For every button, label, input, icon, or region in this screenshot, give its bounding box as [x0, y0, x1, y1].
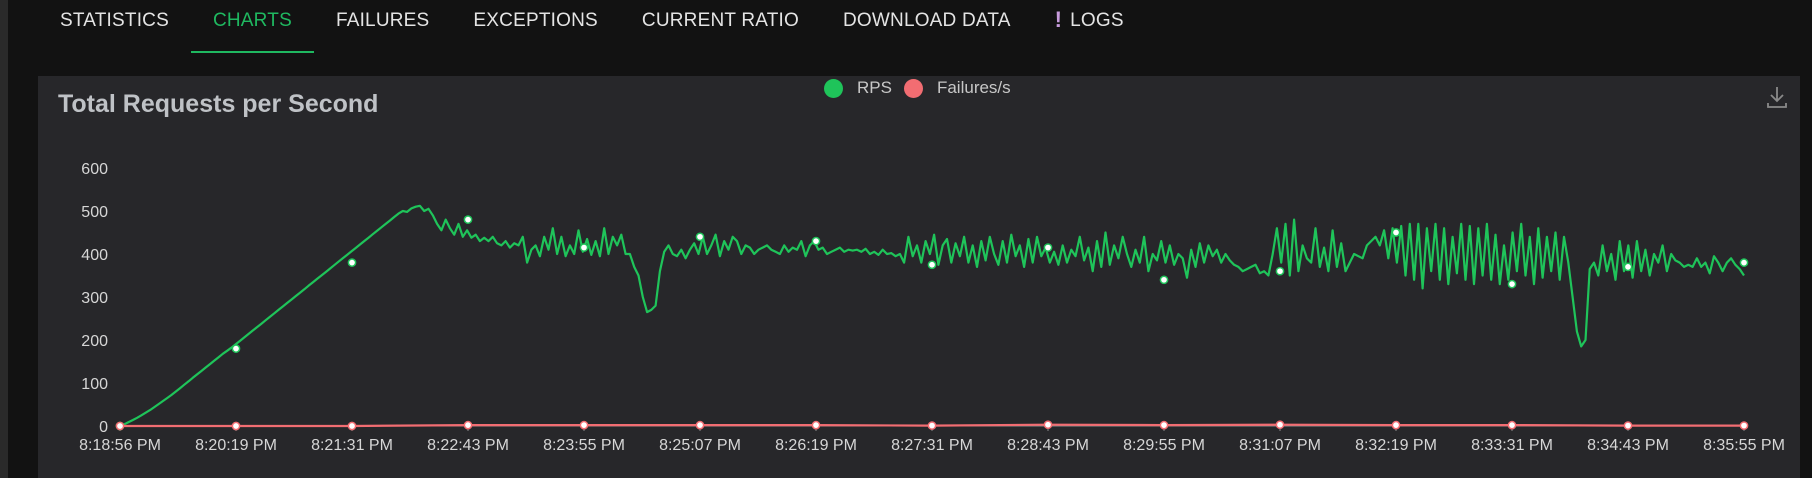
tab-logs[interactable]: ! LOGS	[1033, 0, 1146, 54]
x-tick-label: 8:35:55 PM	[1703, 437, 1785, 454]
rps-chart: 0 100 200 300 400 500 600 8:18:56 PM 8:20:19 PM 8…	[79, 161, 1785, 454]
failures-point	[1275, 420, 1285, 430]
chart-panel: Total Requests per Second RPS Failures/s…	[38, 76, 1800, 478]
failures-point	[115, 421, 125, 431]
tab-label: CHARTS	[212, 10, 292, 31]
tab-label: CURRENT RATIO	[641, 10, 799, 31]
tab-download-data[interactable]: DOWNLOAD DATA	[821, 0, 1033, 54]
failures-point	[1159, 420, 1169, 430]
failures-point	[811, 420, 821, 430]
rps-point	[811, 236, 821, 246]
tab-label: FAILURES	[335, 10, 430, 31]
rps-point	[927, 260, 937, 270]
rps-point	[579, 243, 589, 252]
x-tick-label: 8:28:43 PM	[1007, 437, 1089, 454]
rps-point	[1043, 243, 1053, 252]
rps-point	[1507, 279, 1517, 289]
rps-point	[1275, 266, 1285, 276]
x-tick-label: 8:23:55 PM	[543, 437, 625, 454]
tab-current-ratio[interactable]: CURRENT RATIO	[620, 0, 821, 54]
failures-point	[347, 421, 357, 431]
rps-point	[1623, 262, 1633, 272]
rps-point	[347, 258, 357, 267]
x-tick-label: 8:32:19 PM	[1355, 437, 1437, 454]
failures-point	[1507, 420, 1517, 430]
failures-point	[463, 420, 473, 430]
rps-point	[1159, 275, 1169, 285]
failures-point	[231, 421, 241, 431]
x-tick-label: 8:31:07 PM	[1239, 437, 1321, 454]
y-tick-label: 600	[81, 161, 108, 178]
failures-point	[579, 420, 589, 430]
tab-label: STATISTICS	[60, 10, 169, 31]
failures-point	[695, 420, 705, 430]
rps-point	[463, 215, 473, 224]
failures-point	[1391, 420, 1401, 430]
rps-series-line	[119, 204, 1745, 428]
tab-statistics[interactable]: STATISTICS	[38, 0, 191, 54]
tab-bar: STATISTICS CHARTS FAILURES EXCEPTIONS CURREN…	[38, 0, 1146, 54]
tab-exceptions[interactable]: EXCEPTIONS	[451, 0, 619, 54]
x-tick-label: 8:33:31 PM	[1471, 437, 1553, 454]
failures-point	[1739, 421, 1749, 430]
y-tick-label: 200	[81, 333, 108, 350]
x-tick-label: 8:25:07 PM	[659, 437, 741, 454]
tab-charts[interactable]: CHARTS	[190, 0, 314, 54]
failures-point	[1623, 421, 1633, 430]
failures-point	[927, 421, 937, 430]
x-tick-label: 8:20:19 PM	[195, 437, 277, 454]
window-left-edge	[0, 0, 8, 478]
rps-point	[1391, 228, 1401, 237]
tab-failures[interactable]: FAILURES	[314, 0, 451, 54]
tab-label: EXCEPTIONS	[473, 10, 598, 31]
exclamation-icon: !	[1054, 7, 1063, 32]
y-tick-label: 100	[81, 376, 108, 393]
x-tick-label: 8:21:31 PM	[311, 437, 393, 454]
x-tick-label: 8:34:43 PM	[1587, 437, 1669, 454]
tab-label: LOGS	[1070, 10, 1124, 31]
x-tick-label: 8:29:55 PM	[1123, 437, 1205, 454]
y-tick-label: 0	[99, 419, 108, 436]
rps-point	[231, 344, 241, 353]
tab-label: DOWNLOAD DATA	[842, 10, 1011, 31]
x-tick-label: 8:22:43 PM	[427, 437, 509, 454]
x-tick-label: 8:27:31 PM	[891, 437, 973, 454]
x-tick-label: 8:26:19 PM	[775, 437, 857, 454]
x-tick-label: 8:18:56 PM	[79, 437, 161, 454]
y-tick-label: 300	[81, 290, 108, 307]
y-tick-label: 500	[81, 204, 108, 221]
y-tick-label: 400	[81, 247, 108, 264]
failures-point	[1043, 420, 1053, 430]
rps-point	[695, 232, 705, 242]
rps-point	[1739, 258, 1749, 267]
